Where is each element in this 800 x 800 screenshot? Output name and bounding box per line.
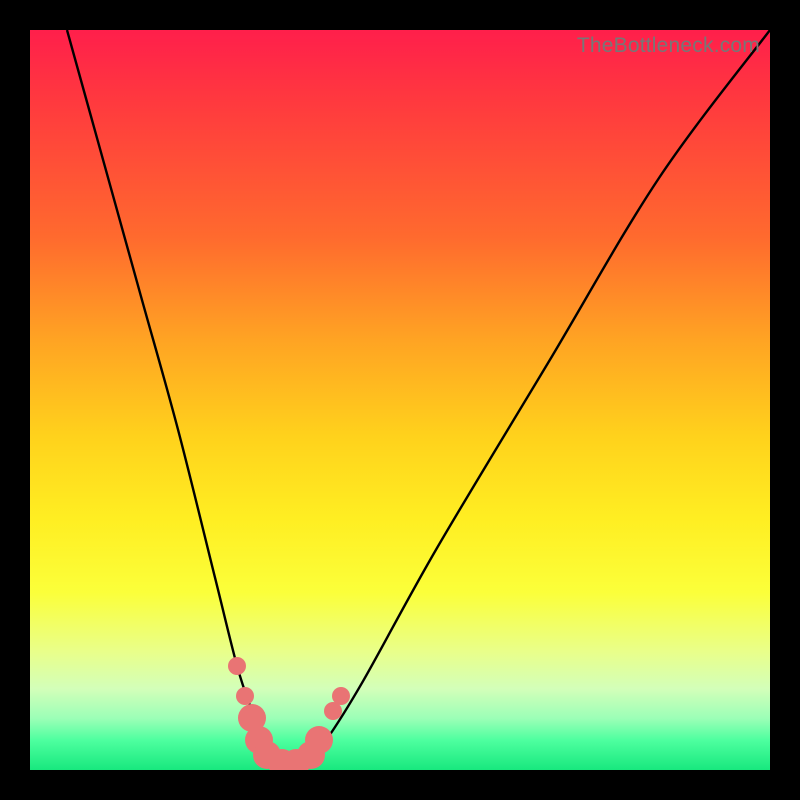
highlight-marker (305, 726, 333, 754)
highlight-marker (228, 657, 246, 675)
chart-frame: TheBottleneck.com (0, 0, 800, 800)
plot-area: TheBottleneck.com (30, 30, 770, 770)
watermark-text: TheBottleneck.com (577, 34, 760, 58)
highlight-marker (332, 687, 350, 705)
marker-group (30, 30, 770, 770)
highlight-marker (236, 687, 254, 705)
